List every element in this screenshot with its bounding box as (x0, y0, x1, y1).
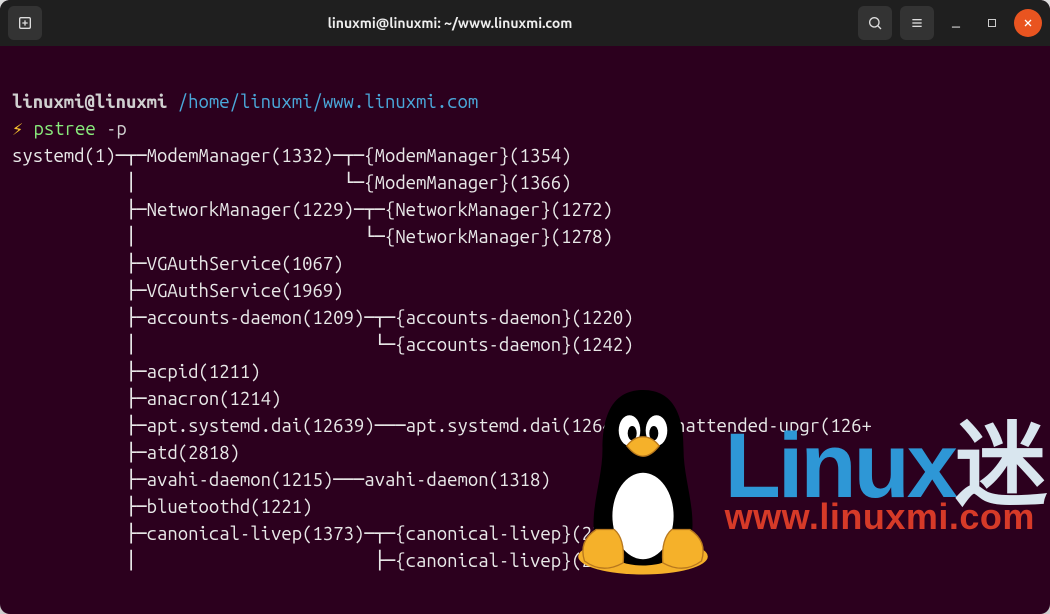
tree-line: ├─NetworkManager(1229)─┬─{NetworkManager… (12, 200, 613, 220)
tree-line: │ ├─{canonical-livep}(2760) (12, 551, 634, 571)
titlebar: linuxmi@linuxmi: ~/www.linuxmi.com (0, 0, 1050, 46)
watermark-url: www.linuxmi.com (725, 503, 1044, 530)
command-arg: -p (106, 119, 127, 139)
tree-line: ├─accounts-daemon(1209)─┬─{accounts-daem… (12, 308, 634, 328)
menu-button[interactable] (900, 6, 934, 40)
prompt-user-host: linuxmi@linuxmi (12, 92, 167, 112)
minimize-button[interactable] (942, 9, 970, 37)
window-title: linuxmi@linuxmi: ~/www.linuxmi.com (50, 15, 850, 31)
watermark-text: Linux迷 (725, 430, 1044, 504)
prompt-symbol: ⚡ (12, 119, 23, 139)
tree-line: ├─VGAuthService(1969) (12, 281, 344, 301)
tree-line: ├─bluetoothd(1221) (12, 497, 312, 517)
terminal-window: linuxmi@linuxmi: ~/www.linuxmi.com linux… (0, 0, 1050, 614)
tree-line: systemd(1)─┬─ModemManager(1332)─┬─{Modem… (12, 146, 571, 166)
close-button[interactable] (1014, 9, 1042, 37)
tree-line: ├─apt.systemd.dai(12639)───apt.systemd.d… (12, 416, 872, 436)
tree-line: │ └─{NetworkManager}(1278) (12, 227, 613, 247)
tree-line: │ └─{accounts-daemon}(1242) (12, 335, 634, 355)
maximize-button[interactable] (978, 9, 1006, 37)
tree-line: ├─acpid(1211) (12, 362, 261, 382)
terminal-body[interactable]: linuxmi@linuxmi /home/linuxmi/www.linuxm… (0, 46, 1050, 614)
tree-line: ├─VGAuthService(1067) (12, 254, 344, 274)
new-tab-button[interactable] (8, 6, 42, 40)
tree-line: ├─avahi-daemon(1215)───avahi-daemon(1318… (12, 470, 551, 490)
tree-line: │ └─{ModemManager}(1366) (12, 173, 571, 193)
tree-line: ├─anacron(1214) (12, 389, 281, 409)
prompt-path: /home/linuxmi/www.linuxmi.com (178, 92, 478, 112)
command: pstree (34, 119, 96, 139)
tree-line: ├─atd(2818) (12, 443, 240, 463)
tree-line: ├─canonical-livep(1373)─┬─{canonical-liv… (12, 524, 634, 544)
search-button[interactable] (858, 6, 892, 40)
